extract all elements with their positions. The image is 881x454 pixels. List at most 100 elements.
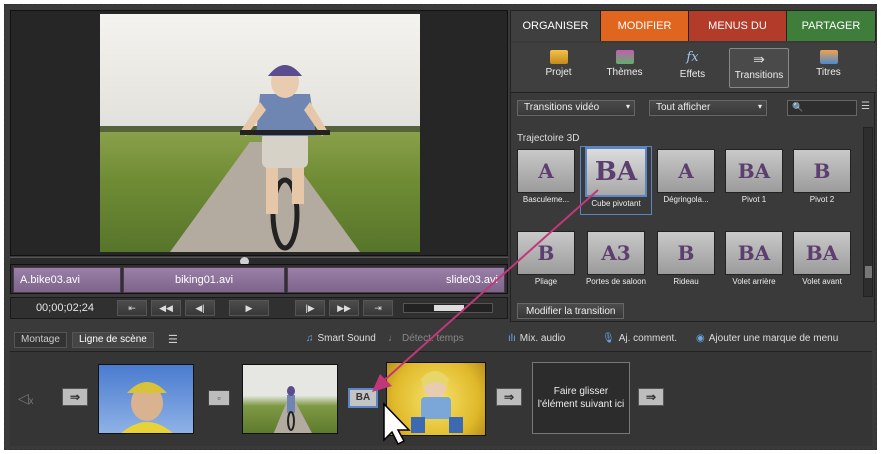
tab-menus-du-disque[interactable]: MENUS DU DISQUE [689,11,787,62]
chevron-down-icon: ▾ [757,102,762,111]
transition-label: Volet avant [802,277,842,286]
add-comment-button[interactable]: 🎙 Aj. comment. [602,333,677,344]
add-menu-marker-button[interactable]: ◉ Ajouter une marque de menu [696,333,838,344]
transition-thumbnail: BA [585,147,647,197]
tab-organiser[interactable]: ORGANISER [511,11,601,41]
search-icon: 🔍 [792,102,804,112]
transition-thumbnail: A [657,149,715,193]
mixer-icon: ılı [508,333,516,344]
fx-icon: fx [686,50,699,65]
transition-thumbnail: BA [725,231,783,275]
volume-slider[interactable] [403,303,493,313]
transition-label: Rideau [673,277,699,286]
transition-tile[interactable]: A3 Portes de saloon [585,231,647,286]
clip-strip: A.bike03.avi biking01.avi slide03.avi [10,264,508,294]
transition-slot-button[interactable]: ⇒ [496,388,522,406]
tab-ligne-de-scene[interactable]: Ligne de scène [72,332,154,348]
scene-clip-1[interactable] [98,364,194,434]
tasks-panel: ORGANISER MODIFIER MENUS DU DISQUE PARTA… [510,10,876,322]
tool-label: Ajouter une marque de menu [708,333,839,344]
transition-tile[interactable]: BA Pivot 1 [723,149,785,204]
transition-label: Pivot 2 [809,195,835,204]
list-options-icon[interactable]: ☰ [168,333,178,346]
category-label: Projet [545,67,572,78]
timeline-toolbar: Montage Ligne de scène ☰ ♫ Smart Sound ♩ D… [10,328,872,352]
cyclist-thumbnail [121,382,173,433]
clip-item[interactable]: slide03.avi [287,267,505,293]
transition-label: Cube pivotant [591,199,641,208]
category-label: Effets [679,69,706,80]
rewind-button[interactable]: ◀◀ [151,300,181,316]
modify-transition-button[interactable]: Modifier la transition [517,303,625,319]
transition-tile[interactable]: BA Volet arrière [723,231,785,286]
smart-sound-button[interactable]: ♫ Smart Sound [306,333,376,344]
transition-tile[interactable]: B Pliage [515,231,577,286]
fast-forward-button[interactable]: ▶▶ [329,300,359,316]
transition-thumbnail: B [793,149,851,193]
transition-slot-button[interactable]: ⇒ [638,388,664,406]
transition-thumbnail: A [517,149,575,193]
scrollbar-thumb[interactable] [865,266,872,278]
transition-slot-button[interactable]: ⇒ [62,388,88,406]
category-effets[interactable]: fx Effets [665,48,720,88]
tool-label: Aj. comment. [618,333,678,344]
transition-tile[interactable]: A Basculeme... [515,149,577,204]
transition-tile[interactable]: BA Volet avant [791,231,853,286]
cyclist-image [240,65,330,251]
transition-label: Basculeme... [522,195,570,204]
drop-next-item-zone[interactable]: Faire glisser l'élément suivant ici [532,362,630,434]
transition-thumbnail: BA [725,149,783,193]
tab-modifier[interactable]: MODIFIER [601,11,689,41]
tab-partager[interactable]: PARTAGER [787,11,876,41]
transition-thumbnail: A3 [587,231,645,275]
step-back-button[interactable]: ◀| [185,300,215,316]
transition-type-select[interactable]: Transitions vidéo ▾ [517,100,635,116]
scene-clip-3[interactable] [386,362,486,436]
category-label: Transitions [734,70,784,81]
audio-mix-button[interactable]: ılı Mix. audio [508,333,565,344]
go-to-end-button[interactable]: ⇥ [363,300,393,316]
clip-item[interactable]: A.bike03.avi [13,267,121,293]
category-titres[interactable]: Titres [801,48,856,88]
tempo-icon: ♩ [388,333,398,344]
transitions-icon: ⇛ [753,51,765,67]
transition-list-scrollbar[interactable] [863,127,873,297]
transition-label: Pliage [534,277,558,286]
clip-item[interactable]: biking01.avi [123,267,285,293]
category-toolbar: Projet Thèmes fx Effets ⇛ Transitions Ti… [511,43,876,93]
step-forward-button[interactable]: |▶ [295,300,325,316]
transition-grid: A Basculeme... BA Cube pivotant A Dégrin… [515,146,861,299]
disc-icon: ◉ [696,333,705,344]
speaker-icon[interactable]: ◁ₓ [18,390,33,407]
preview-monitor [10,10,508,256]
biker-thumbnail [273,386,312,433]
scene-clip-2[interactable] [242,364,338,434]
transition-tile-selected[interactable]: BA Cube pivotant [580,146,652,215]
show-all-select[interactable]: Tout afficher ▾ [649,100,767,116]
category-transitions[interactable]: ⇛ Transitions [729,48,789,88]
search-input[interactable]: 🔍 [787,100,857,116]
scene-transition-cube[interactable]: BA [348,388,378,408]
transition-tile[interactable]: B Pivot 2 [791,149,853,204]
play-button[interactable]: ▶ [229,300,269,316]
transition-indicator-icon[interactable]: ▫ [208,390,230,406]
detect-tempo-button[interactable]: ♩ Détect. temps [388,333,464,344]
microphone-icon: 🎙 [602,333,615,344]
clip-label: slide03.avi [446,274,498,286]
tab-montage[interactable]: Montage [14,332,67,348]
clip-label: A.bike03.avi [20,274,80,286]
tool-label: Détect. temps [402,333,464,344]
preview-video-frame [100,14,420,252]
music-note-icon: ♫ [306,333,314,344]
transition-tile[interactable]: B Rideau [655,231,717,286]
select-value: Tout afficher [656,102,711,113]
slide-thumbnail [411,371,463,433]
list-view-icon[interactable]: ☰ [861,101,873,113]
project-icon [549,50,568,64]
category-projet[interactable]: Projet [531,48,586,88]
timecode-display: 00;00;02;24 [35,302,95,314]
go-to-start-button[interactable]: ⇤ [117,300,147,316]
transition-tile[interactable]: A Dégringola... [655,149,717,204]
transition-thumbnail: BA [793,231,851,275]
category-themes[interactable]: Thèmes [597,48,652,88]
